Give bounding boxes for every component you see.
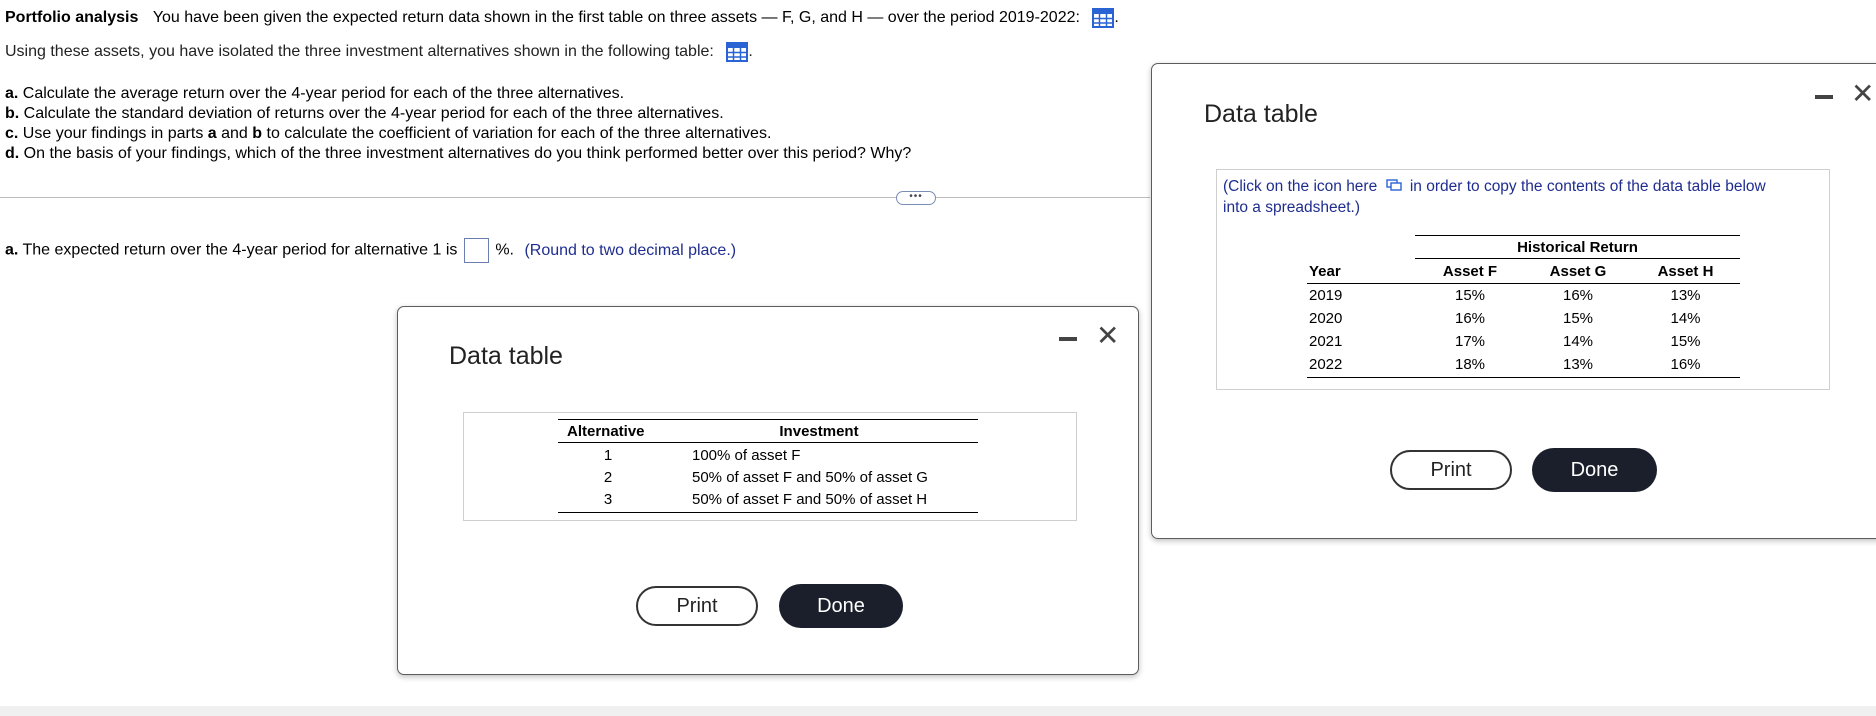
problem-title: Portfolio analysis [5,9,139,27]
alternative-number: 1 [603,447,613,464]
year-cell: 2020 [1309,310,1343,327]
problem-intro-line: Portfolio analysis You have been given t… [5,8,1119,28]
done-button[interactable]: Done [779,584,903,628]
dialog-title: Data table [1204,100,1318,128]
part-ref-a: a [207,125,217,142]
copy-note-line-2: into a spreadsheet.) [1223,199,1361,216]
done-button[interactable]: Done [1532,448,1657,492]
copy-note-pre: (Click on the icon here [1223,178,1378,196]
part-text-and: and [216,125,253,142]
asset-f-cell: 16% [1454,310,1486,327]
investment-description: 50% of asset F and 50% of asset H [692,491,928,508]
investment-description: 50% of asset F and 50% of asset G [692,469,928,486]
part-text: On the basis of your findings, which of … [23,145,912,162]
asset-f-cell: 15% [1454,287,1486,304]
asset-g-cell: 15% [1562,310,1594,327]
column-header-asset-f: Asset F [1442,263,1498,280]
column-header-year: Year [1309,263,1341,280]
part-a: a. Calculate the average return over the… [5,85,624,103]
part-letter: b. [5,105,20,122]
minimize-icon[interactable] [1815,95,1833,99]
part-text: Calculate the average return over the 4-… [22,85,625,102]
answer-letter: a. [5,241,19,259]
asset-f-cell: 17% [1454,333,1486,350]
part-ref-b: b [252,125,263,142]
problem-line-2: Using these assets, you have isolated th… [5,42,753,62]
table-icon[interactable] [1092,8,1115,28]
year-cell: 2021 [1309,333,1343,350]
year-cell: 2022 [1309,356,1343,373]
answer-text: The expected return over the 4-year peri… [22,241,458,259]
asset-f-cell: 18% [1454,356,1486,373]
column-header-investment: Investment [779,423,859,440]
copy-note: (Click on the icon here in order to copy… [1223,178,1766,196]
asset-h-cell: 15% [1670,333,1701,350]
dialog-title: Data table [449,342,563,370]
part-text: Calculate the standard deviation of retu… [23,105,724,122]
column-header-alternative: Alternative [567,423,645,440]
asset-g-cell: 14% [1562,333,1594,350]
part-d: d. On the basis of your findings, which … [5,145,911,163]
problem-line-2-text: Using these assets, you have isolated th… [5,43,714,61]
investment-description: 100% of asset F [692,447,801,464]
asset-h-cell: 16% [1670,356,1701,373]
alternatives-dialog: Data table ✕ Alternative Investment 1 10… [397,306,1139,675]
copy-note-post: in order to copy the contents of the dat… [1409,178,1766,196]
alternative-number: 2 [603,469,613,486]
part-letter: d. [5,145,20,162]
part-b: b. Calculate the standard deviation of r… [5,105,724,123]
part-letter: c. [5,125,19,142]
bottom-bar [0,706,1876,716]
asset-g-cell: 16% [1562,287,1594,304]
asset-g-cell: 13% [1562,356,1594,373]
minimize-icon[interactable] [1059,337,1077,341]
print-button[interactable]: Print [1390,450,1512,490]
group-header: Historical Return [1517,239,1638,256]
alternatives-table: Alternative Investment 1 100% of asset F… [463,412,1077,521]
table-icon[interactable] [726,42,749,62]
part-text-pre: Use your findings in parts [22,125,208,142]
part-text-post: to calculate the coefficient of variatio… [262,125,772,142]
column-header-asset-h: Asset H [1657,263,1714,280]
section-divider [0,197,1150,198]
answer-hint: (Round to two decimal place.) [524,241,737,259]
alternative-number: 3 [603,491,613,508]
asset-h-cell: 13% [1670,287,1701,304]
answer-line: a. The expected return over the 4-year p… [5,238,736,263]
year-cell: 2019 [1309,287,1343,304]
returns-dialog: Data table ✕ (Click on the icon here in … [1151,63,1876,539]
asset-h-cell: 14% [1670,310,1701,327]
expand-button[interactable]: ••• [896,191,936,205]
print-button[interactable]: Print [636,586,758,626]
column-header-asset-g: Asset G [1549,263,1607,280]
part-letter: a. [5,85,19,102]
copy-icon[interactable] [1385,178,1402,196]
close-icon[interactable]: ✕ [1851,80,1874,108]
answer-input[interactable] [463,238,489,263]
returns-table-frame: (Click on the icon here in order to copy… [1216,169,1830,390]
part-c: c. Use your findings in parts a and b to… [5,125,771,143]
problem-intro: You have been given the expected return … [152,9,1080,27]
answer-unit: %. [495,241,514,259]
close-icon[interactable]: ✕ [1096,322,1119,350]
